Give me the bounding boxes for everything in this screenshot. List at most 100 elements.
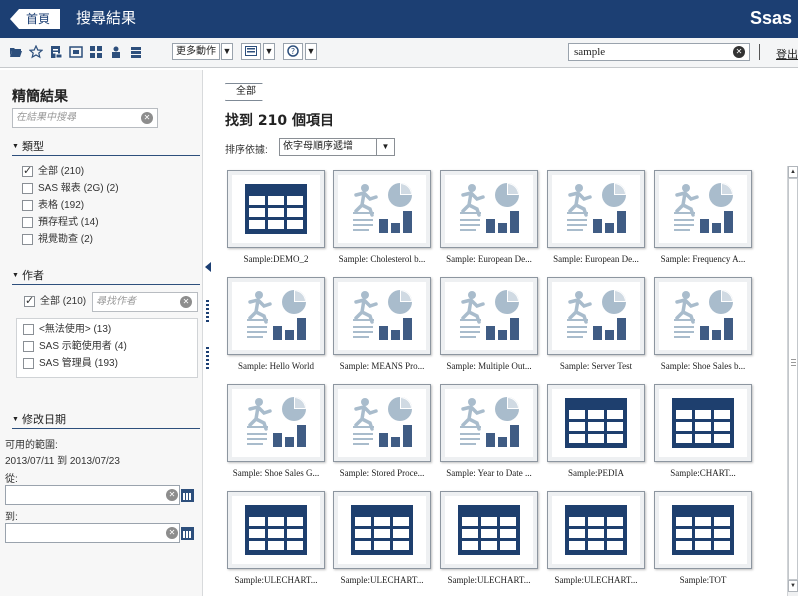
folder-open-icon[interactable] (9, 45, 23, 59)
view-mode-button[interactable] (241, 43, 261, 60)
result-tile[interactable] (227, 170, 325, 248)
author-section-header[interactable]: ▼ 作者 (12, 269, 200, 285)
result-tile[interactable] (654, 491, 752, 569)
clear-to-date-icon[interactable]: ✕ (166, 527, 178, 539)
stack-icon[interactable] (129, 45, 143, 59)
result-tile[interactable] (440, 170, 538, 248)
help-icon[interactable]: ? (283, 43, 303, 60)
toolbar: 更多動作 ▼ ▼ ? ▼ sample ✕ 登出 (0, 38, 798, 68)
result-tile[interactable] (333, 384, 431, 462)
grid-icon[interactable] (89, 45, 103, 59)
stored-process-icon (338, 282, 426, 350)
result-tile[interactable] (227, 277, 325, 355)
checkbox[interactable] (23, 358, 34, 369)
author-search-input[interactable]: 尋找作者 ✕ (92, 292, 198, 312)
more-actions-button[interactable]: 更多動作 (172, 43, 220, 60)
refine-search-input[interactable]: 在結果中搜尋 ✕ (12, 108, 158, 128)
result-tile[interactable] (333, 170, 431, 248)
clear-from-date-icon[interactable]: ✕ (166, 489, 178, 501)
date-section-title: 修改日期 (22, 414, 66, 426)
type-section-header[interactable]: ▼ 類型 (12, 140, 200, 156)
checkbox[interactable] (23, 324, 34, 335)
from-date-input[interactable]: ✕ (5, 485, 180, 505)
date-section-header[interactable]: ▼ 修改日期 (12, 413, 200, 429)
result-tile-label[interactable]: Sample: Multiple Out... (435, 361, 543, 371)
result-tile-label[interactable]: Sample:DEMO_2 (222, 254, 330, 264)
result-tile-label[interactable]: Sample:ULECHART... (222, 575, 330, 585)
splitter-grip[interactable] (206, 300, 209, 322)
report-icon[interactable] (49, 45, 63, 59)
result-tile-label[interactable]: Sample: Shoe Sales b... (649, 361, 757, 371)
result-tile[interactable] (440, 277, 538, 355)
checkbox[interactable] (23, 341, 34, 352)
result-tile-label[interactable]: Sample:ULECHART... (435, 575, 543, 585)
result-tile[interactable] (547, 384, 645, 462)
table-icon[interactable] (69, 45, 83, 59)
logout-link[interactable]: 登出 (776, 46, 798, 62)
clear-author-search-icon[interactable]: ✕ (180, 296, 192, 308)
checkbox[interactable] (22, 234, 33, 245)
help-dropdown[interactable]: ▼ (305, 43, 317, 60)
breadcrumb[interactable]: 全部 (225, 83, 270, 101)
result-tile-label[interactable]: Sample: Frequency A... (649, 254, 757, 264)
result-tile[interactable] (654, 277, 752, 355)
result-tile-label[interactable]: Sample: MEANS Pro... (328, 361, 436, 371)
result-tile-label[interactable]: Sample: Stored Proce... (328, 468, 436, 478)
table-icon (659, 389, 747, 457)
checkbox[interactable] (24, 294, 35, 308)
result-tile[interactable] (547, 277, 645, 355)
result-tile[interactable] (654, 170, 752, 248)
scroll-up-button[interactable]: ▲ (788, 166, 798, 178)
star-icon[interactable] (28, 44, 44, 59)
stored-process-icon (445, 282, 533, 350)
result-tile[interactable] (654, 384, 752, 462)
vertical-scrollbar[interactable]: ▲ ▼ (787, 166, 798, 596)
scroll-thumb[interactable] (788, 178, 798, 580)
table-icon (338, 496, 426, 564)
to-date-input[interactable]: ✕ (5, 523, 180, 543)
result-tile[interactable] (547, 491, 645, 569)
search-input[interactable]: sample ✕ (568, 43, 750, 61)
result-tile-label[interactable]: Sample:ULECHART... (328, 575, 436, 585)
result-tile[interactable] (440, 491, 538, 569)
result-tile[interactable] (547, 170, 645, 248)
stored-process-icon (445, 389, 533, 457)
stored-process-icon (338, 175, 426, 243)
result-tile-label[interactable]: Sample:ULECHART... (542, 575, 650, 585)
chevron-down-icon[interactable]: ▼ (376, 139, 394, 155)
clear-search-icon[interactable]: ✕ (733, 46, 745, 58)
result-tile-label[interactable]: Sample:PEDIA (542, 468, 650, 478)
result-tile-label[interactable]: Sample: European De... (435, 254, 543, 264)
calendar-icon[interactable] (181, 527, 194, 540)
checkbox[interactable] (22, 183, 33, 194)
result-tile[interactable] (333, 491, 431, 569)
splitter-grip[interactable] (206, 347, 209, 369)
home-button[interactable]: 首頁 (10, 9, 61, 29)
result-tile[interactable] (227, 491, 325, 569)
user-group-icon[interactable] (109, 45, 123, 59)
calendar-icon[interactable] (181, 489, 194, 502)
checkbox[interactable] (22, 217, 33, 228)
more-actions-dropdown[interactable]: ▼ (221, 43, 233, 60)
sort-label: 排序依據: (225, 145, 268, 156)
result-tile-label[interactable]: Sample:TOT (649, 575, 757, 585)
result-tile-label[interactable]: Sample: Shoe Sales G... (222, 468, 330, 478)
result-tile-label[interactable]: Sample:CHART... (649, 468, 757, 478)
result-tile[interactable] (440, 384, 538, 462)
checkbox[interactable] (22, 164, 33, 178)
author-filter-label: SAS 管理員 (193) (39, 358, 118, 369)
table-icon (659, 496, 747, 564)
clear-refine-search-icon[interactable]: ✕ (141, 112, 153, 124)
result-tile-label[interactable]: Sample: European De... (542, 254, 650, 264)
result-tile-label[interactable]: Sample: Year to Date ... (435, 468, 543, 478)
result-tile[interactable] (333, 277, 431, 355)
checkbox[interactable] (22, 200, 33, 211)
result-tile-label[interactable]: Sample: Server Test (542, 361, 650, 371)
view-mode-dropdown[interactable]: ▼ (263, 43, 275, 60)
sort-select[interactable]: 依字母順序遞增 ▼ (279, 138, 395, 156)
scroll-down-button[interactable]: ▼ (788, 580, 798, 592)
result-tile[interactable] (227, 384, 325, 462)
result-tile-label[interactable]: Sample: Cholesterol b... (328, 254, 436, 264)
result-tile-label[interactable]: Sample: Hello World (222, 361, 330, 371)
refine-search-placeholder: 在結果中搜尋 (16, 112, 76, 123)
